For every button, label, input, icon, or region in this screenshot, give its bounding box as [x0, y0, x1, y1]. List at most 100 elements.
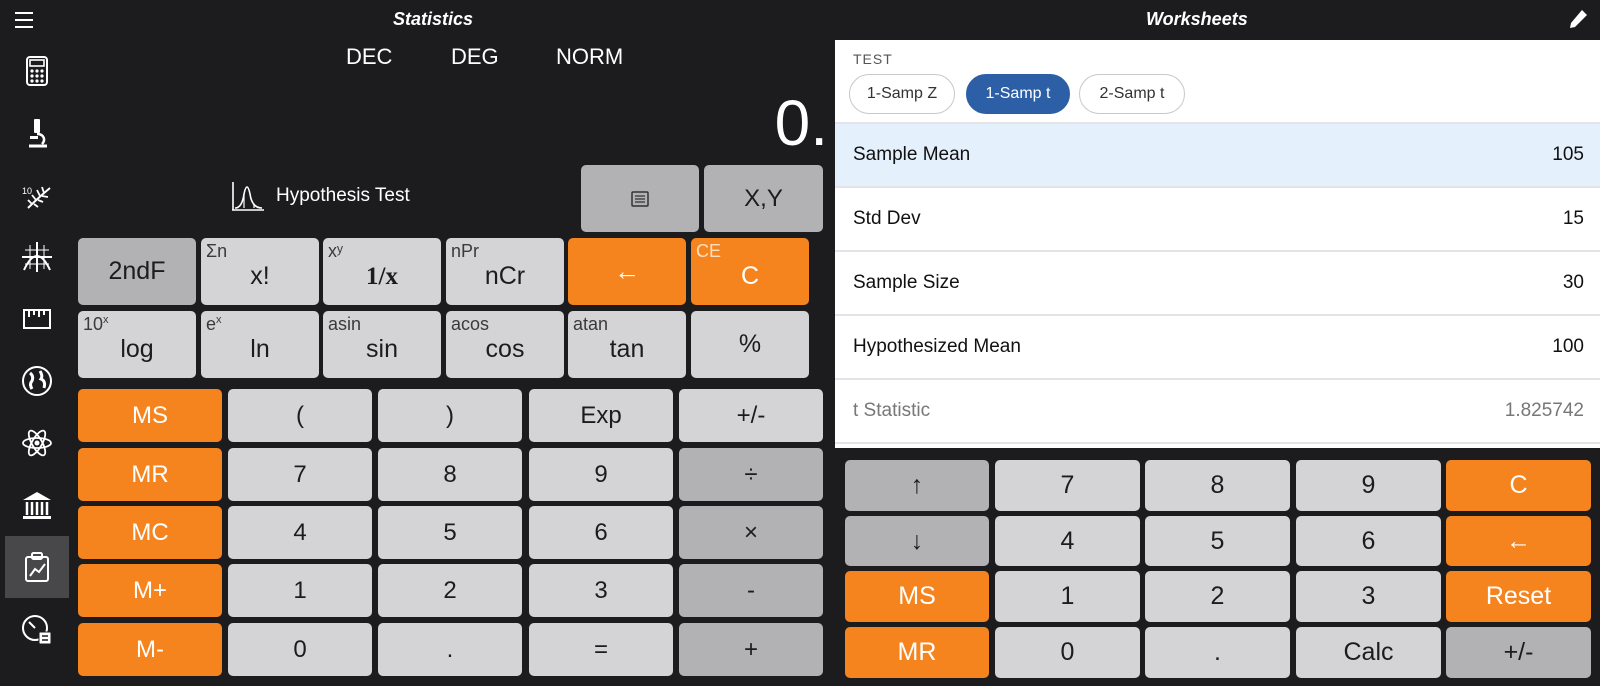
edit-button[interactable] [1566, 8, 1590, 32]
multiply-key[interactable]: × [679, 506, 823, 559]
sidebar-item-conversion[interactable] [5, 288, 69, 350]
field-t-statistic: t Statistic 1.825742 [835, 380, 1600, 444]
digit-key-2[interactable]: 2 [378, 564, 522, 617]
open-paren-key[interactable]: ( [228, 389, 372, 442]
pad-digit-key-0[interactable]: 0 [995, 627, 1140, 678]
pad-digit-key-3[interactable]: 3 [1296, 571, 1441, 622]
pad-clear-key[interactable]: C [1446, 460, 1591, 511]
pad-digit-key-1[interactable]: 1 [995, 571, 1140, 622]
reset-key[interactable]: Reset [1446, 571, 1591, 622]
equals-key[interactable]: = [529, 623, 673, 676]
top-bar: Statistics Worksheets [0, 0, 1600, 40]
fern-icon: 10 [22, 186, 51, 209]
digit-key-4[interactable]: 4 [228, 506, 372, 559]
add-key[interactable]: + [679, 623, 823, 676]
pad-digit-key-8[interactable]: 8 [1145, 460, 1290, 511]
mode-notation[interactable]: NORM [556, 44, 623, 70]
field-std-dev[interactable]: Std Dev 15 [835, 188, 1600, 252]
key-secondary-label: Σn [206, 241, 228, 261]
pad-digit-key-6[interactable]: 6 [1296, 516, 1441, 566]
sidebar-item-graphing[interactable] [5, 226, 69, 288]
memory-subtract-key[interactable]: M- [78, 623, 222, 676]
mode-number-base[interactable]: DEC [346, 44, 392, 70]
digit-key-6[interactable]: 6 [529, 506, 673, 559]
previous-field-key[interactable]: ↑ [845, 460, 989, 511]
key-secondary-base: e [206, 314, 217, 334]
worksheet-title: Worksheets [1146, 9, 1248, 29]
pad-digit-key-4[interactable]: 4 [995, 516, 1140, 566]
subtract-key[interactable]: - [679, 564, 823, 617]
ln-key[interactable]: ex ln [201, 311, 319, 378]
percent-key[interactable]: % [691, 311, 809, 378]
calculator-panel: DEC DEG NORM 0. Hypothesis Test X,Y 2ndF… [70, 40, 835, 686]
pad-digit-key-9[interactable]: 9 [1296, 460, 1441, 511]
pad-decimal-key[interactable]: . [1145, 627, 1290, 678]
bank-icon [23, 492, 51, 519]
menu-button[interactable] [14, 10, 36, 30]
xy-button[interactable]: X,Y [704, 165, 823, 232]
mode-angle-unit[interactable]: DEG [451, 44, 499, 70]
sign-toggle-key[interactable]: +/- [679, 389, 823, 442]
digit-key-8[interactable]: 8 [378, 448, 522, 501]
digit-key-3[interactable]: 3 [529, 564, 673, 617]
backspace-key[interactable]: ← [568, 238, 686, 305]
pad-digit-key-7[interactable]: 7 [995, 460, 1140, 511]
pad-digit-key-5[interactable]: 5 [1145, 516, 1290, 566]
pad-memory-recall-key[interactable]: MR [845, 627, 989, 678]
pad-backspace-key[interactable]: ← [1446, 516, 1591, 566]
sidebar-item-world[interactable] [5, 350, 69, 412]
hamburger-icon [15, 12, 33, 28]
pad-memory-store-key[interactable]: MS [845, 571, 989, 622]
memory-add-key[interactable]: M+ [78, 564, 222, 617]
svg-text:10: 10 [22, 186, 32, 196]
sidebar-item-calculator[interactable] [5, 40, 69, 102]
divide-key[interactable]: ÷ [679, 448, 823, 501]
log-key[interactable]: 10x log [78, 311, 196, 378]
next-field-key[interactable]: ↓ [845, 516, 989, 566]
digit-key-5[interactable]: 5 [378, 506, 522, 559]
sidebar-item-time[interactable] [5, 598, 69, 660]
exponent-key[interactable]: Exp [529, 389, 673, 442]
clear-key[interactable]: CE C [691, 238, 809, 305]
tab-1-samp-t[interactable]: 1-Samp t [966, 74, 1070, 114]
digit-key-7[interactable]: 7 [228, 448, 372, 501]
tab-2-samp-t[interactable]: 2-Samp t [1079, 74, 1185, 114]
sidebar-item-statistics[interactable] [5, 536, 69, 598]
key-label: % [738, 330, 762, 358]
cos-key[interactable]: acos cos [446, 311, 564, 378]
factorial-key[interactable]: Σn x! [201, 238, 319, 305]
field-hypothesized-mean[interactable]: Hypothesized Mean 100 [835, 316, 1600, 380]
pad-digit-key-2[interactable]: 2 [1145, 571, 1290, 622]
digit-key-0[interactable]: 0 [228, 623, 372, 676]
tan-key[interactable]: atan tan [568, 311, 686, 378]
list-button[interactable] [581, 165, 699, 232]
sidebar-item-physics[interactable] [5, 412, 69, 474]
test-section-label: TEST [853, 51, 893, 67]
ruler-icon [23, 309, 51, 329]
field-sample-mean[interactable]: Sample Mean 105 [835, 124, 1600, 188]
memory-clear-key[interactable]: MC [78, 506, 222, 559]
calc-key[interactable]: Calc [1296, 627, 1441, 678]
worksheet-keypad: ↑ 7 8 9 C ↓ 4 5 6 ← MS 1 2 3 Reset MR 0 … [835, 448, 1600, 686]
field-value: 30 [1562, 272, 1584, 293]
field-value: 105 [1552, 144, 1584, 165]
reciprocal-key[interactable]: xʸ 1/x [323, 238, 441, 305]
function-label: Hypothesis Test [276, 185, 410, 206]
digit-key-9[interactable]: 9 [529, 448, 673, 501]
decimal-key[interactable]: . [378, 623, 522, 676]
sidebar-item-finance[interactable] [5, 474, 69, 536]
sin-key[interactable]: asin sin [323, 311, 441, 378]
memory-recall-key[interactable]: MR [78, 448, 222, 501]
tab-1-samp-z[interactable]: 1-Samp Z [849, 74, 955, 114]
field-sample-size[interactable]: Sample Size 30 [835, 252, 1600, 316]
function-selector[interactable]: Hypothesis Test [230, 176, 410, 216]
field-label: t Statistic [853, 400, 931, 421]
second-function-key[interactable]: 2ndF [78, 238, 196, 305]
sidebar-item-biology[interactable]: 10 [5, 164, 69, 226]
digit-key-1[interactable]: 1 [228, 564, 372, 617]
combination-key[interactable]: nPr nCr [446, 238, 564, 305]
sidebar-item-science[interactable] [5, 102, 69, 164]
pad-sign-toggle-key[interactable]: +/- [1446, 627, 1591, 678]
close-paren-key[interactable]: ) [378, 389, 522, 442]
memory-store-key[interactable]: MS [78, 389, 222, 442]
